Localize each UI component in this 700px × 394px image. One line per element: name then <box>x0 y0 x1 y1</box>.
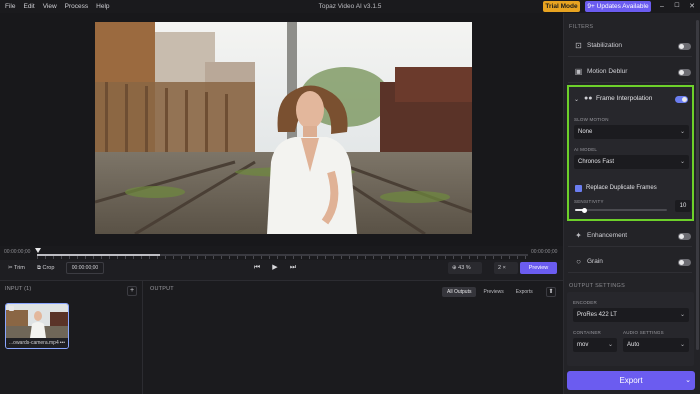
next-frame-icon[interactable]: ⏭ <box>287 262 299 274</box>
menu-process[interactable]: Process <box>65 3 88 10</box>
maximize-icon[interactable]: ☐ <box>671 0 683 13</box>
close-icon[interactable]: ✕ <box>686 0 698 13</box>
menu-view[interactable]: View <box>43 3 57 10</box>
timeline-ticks <box>37 256 528 259</box>
add-input-button[interactable]: + <box>127 286 137 296</box>
speed-select[interactable]: 2 × <box>494 262 518 274</box>
enhancement-toggle[interactable] <box>678 233 691 240</box>
sensitivity-label: SENSITIVITY <box>574 199 604 204</box>
tab-exports[interactable]: Exports <box>511 287 538 297</box>
frame-interpolation-toggle[interactable] <box>675 96 688 103</box>
crop-button[interactable]: ⧉ Crop <box>33 262 58 274</box>
sidebar-scrollbar[interactable] <box>696 20 699 350</box>
chevron-down-icon[interactable]: ⌄ <box>574 96 579 103</box>
timeline-start-time: 00:00:00;00 <box>4 249 31 255</box>
trim-label: Trim <box>14 265 25 271</box>
replace-duplicates-checkbox[interactable] <box>575 185 582 192</box>
thumbnail-filename: ...owards-camera.mp4 ••• <box>6 338 68 348</box>
audio-settings-label: AUDIO SETTINGS <box>623 330 664 335</box>
more-options-icon[interactable]: ••• <box>60 338 65 348</box>
interpolation-icon: ●● <box>584 95 593 102</box>
updates-button[interactable]: 9+ Updates Available <box>585 1 651 12</box>
slow-motion-select[interactable]: None ⌄ <box>574 125 689 139</box>
input-panel-title: INPUT (1) <box>5 286 32 292</box>
sparkle-icon: ✦ <box>575 231 582 240</box>
chevron-down-icon: ⌄ <box>679 312 685 318</box>
stabilization-toggle[interactable] <box>678 43 691 50</box>
thumbnail-checkbox[interactable] <box>9 306 14 311</box>
chevron-down-icon: ⌄ <box>607 342 613 348</box>
ai-model-select[interactable]: Chronos Fast ⌄ <box>574 155 689 169</box>
prev-frame-icon[interactable]: ⏮ <box>251 262 263 274</box>
grain-toggle[interactable] <box>678 259 691 266</box>
input-thumbnail[interactable]: ...owards-camera.mp4 ••• <box>5 303 69 349</box>
filter-motion-deblur[interactable]: ▣ Motion Deblur <box>568 61 692 83</box>
upload-icon[interactable]: ⬆ <box>546 287 556 297</box>
filter-label: Enhancement <box>587 232 628 239</box>
chevron-down-icon: ⌄ <box>679 342 685 348</box>
filter-label: Grain <box>587 258 603 265</box>
grain-icon: ○ <box>576 257 581 266</box>
chevron-down-icon: ⌄ <box>679 159 685 165</box>
filter-stabilization[interactable]: ⊡ Stabilization <box>568 35 692 57</box>
container-select[interactable]: mov ⌄ <box>573 338 617 352</box>
chevron-down-icon[interactable]: ⌄ <box>685 371 691 390</box>
timeline-end-time: 00:00:00;00 <box>531 249 558 255</box>
menu-file[interactable]: File <box>5 3 15 10</box>
menu-help[interactable]: Help <box>96 3 109 10</box>
sensitivity-value[interactable]: 10 <box>675 200 691 212</box>
video-preview[interactable] <box>95 22 472 234</box>
replace-duplicates-label: Replace Duplicate Frames <box>586 185 657 191</box>
video-frame-image <box>95 22 472 234</box>
title-bar: File Edit View Process Help Topaz Video … <box>0 0 700 13</box>
timecode-field[interactable]: 00:00:00;00 <box>66 262 104 274</box>
output-panel-title: OUTPUT <box>150 286 174 292</box>
filter-label: Stabilization <box>587 42 623 49</box>
sensitivity-slider-handle[interactable] <box>582 207 588 213</box>
frame-interpolation-panel: ⌄ ●● Frame Interpolation SLOW MOTION Non… <box>567 85 694 221</box>
frame-interpolation-label: Frame Interpolation <box>596 95 653 102</box>
motion-deblur-toggle[interactable] <box>678 69 691 76</box>
preview-area <box>0 13 563 246</box>
output-tabs: All Outputs Previews Exports <box>442 287 538 297</box>
trial-mode-button[interactable]: Trial Mode <box>543 1 580 12</box>
preview-button[interactable]: Preview <box>520 262 557 274</box>
tab-all-outputs[interactable]: All Outputs <box>442 287 477 297</box>
audio-select[interactable]: Auto ⌄ <box>623 338 689 352</box>
thumbnail-image <box>6 304 68 338</box>
encoder-label: ENCODER <box>573 300 597 305</box>
speed-value: 2 × <box>498 265 506 271</box>
play-icon[interactable]: ▶ <box>269 262 281 274</box>
filter-enhancement[interactable]: ✦ Enhancement <box>568 225 692 247</box>
crop-label: Crop <box>42 265 55 271</box>
filter-label: Motion Deblur <box>587 68 628 75</box>
bottom-panels: INPUT (1) + ...owards-camera.mp4 ••• OUT… <box>0 280 563 394</box>
ai-model-label: AI MODEL <box>574 147 598 152</box>
tab-previews[interactable]: Previews <box>478 287 508 297</box>
minimize-icon[interactable]: – <box>656 0 668 13</box>
chevron-down-icon: ⌄ <box>679 129 685 135</box>
output-settings-title: OUTPUT SETTINGS <box>569 283 626 289</box>
input-panel: INPUT (1) + ...owards-camera.mp4 ••• <box>0 281 143 394</box>
export-button[interactable]: Export ⌄ <box>567 371 695 390</box>
menu-edit[interactable]: Edit <box>23 3 34 10</box>
encoder-select[interactable]: ProRes 422 LT ⌄ <box>573 308 689 322</box>
container-label: CONTAINER <box>573 330 601 335</box>
trim-button[interactable]: ✂ Trim <box>4 262 29 274</box>
zoom-value: 43 % <box>458 265 471 271</box>
sensitivity-slider[interactable] <box>575 209 667 211</box>
output-settings-panel: ENCODER ProRes 422 LT ⌄ CONTAINER mov ⌄ AU… <box>567 292 694 366</box>
filter-grain[interactable]: ○ Grain <box>568 251 692 273</box>
filters-title: FILTERS <box>569 24 594 30</box>
playhead-handle[interactable] <box>35 248 41 253</box>
slow-motion-label: SLOW MOTION <box>574 117 609 122</box>
deblur-icon: ▣ <box>574 67 583 76</box>
zoom-select[interactable]: ⊕ 43 % <box>448 262 482 274</box>
playback-controls: ✂ Trim ⧉ Crop 00:00:00;00 ⏮ ▶ ⏭ ⊕ 43 % 2… <box>0 260 563 276</box>
stabilization-icon: ⊡ <box>575 41 582 50</box>
menu-bar: File Edit View Process Help <box>0 3 110 10</box>
timeline[interactable]: 00:00:00;00 00:00:00;00 <box>0 246 563 260</box>
